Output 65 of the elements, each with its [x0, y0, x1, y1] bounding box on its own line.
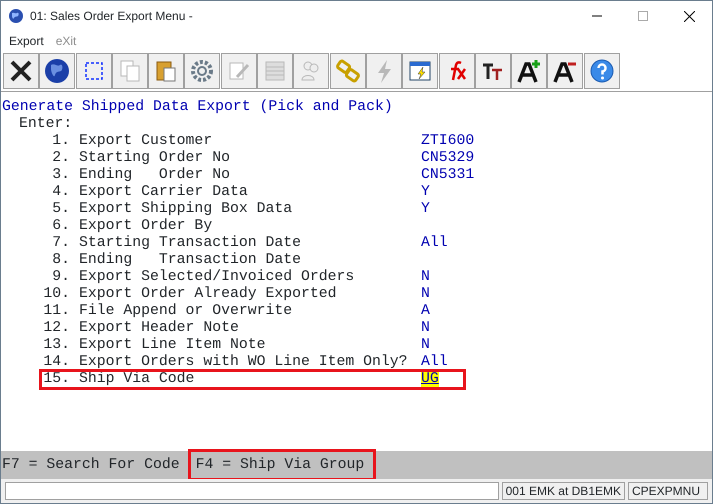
prompt-text: Enter:: [18, 116, 74, 133]
field-number: 2.: [51, 150, 71, 167]
field-value: All: [421, 235, 449, 252]
field-label: Starting Order No: [79, 150, 231, 167]
field-number: 9.: [51, 269, 71, 286]
field-label: File Append or Overwrite: [79, 303, 294, 320]
field-number: 15.: [42, 371, 71, 388]
field-label: Export Customer: [79, 133, 214, 150]
maximize-icon: [638, 11, 648, 21]
field-label: Export Shipping Box Data: [79, 201, 294, 218]
field-value: N: [421, 337, 431, 354]
field-number: 14.: [42, 354, 71, 371]
globe-icon: [43, 57, 72, 85]
field-label: Export Header Note: [79, 320, 240, 337]
field-value: Y: [421, 201, 431, 218]
field-label: Starting Transaction Date: [79, 235, 302, 252]
close-icon: [684, 10, 694, 22]
field-number: 10.: [42, 286, 71, 303]
help-icon: [588, 57, 616, 85]
field-number: 5.: [51, 201, 71, 218]
field-number: 7.: [51, 235, 71, 252]
field-label: Export Order By: [79, 218, 214, 235]
field-number: 8.: [51, 252, 71, 269]
field-value: ZTI600: [421, 133, 474, 150]
toolbar-button[interactable]: [76, 53, 112, 89]
field-number: 6.: [51, 218, 71, 235]
field-value: A: [421, 303, 431, 320]
field-value: Y: [421, 184, 431, 201]
function-key-hint: F7 = Search For Code: [1, 456, 181, 475]
field-value: CN5329: [421, 150, 474, 167]
input-field[interactable]: UG: [421, 371, 439, 388]
field-value: All: [421, 354, 449, 371]
toolbar-button[interactable]: [584, 53, 620, 89]
field-value: N: [421, 320, 431, 337]
toolbar-button[interactable]: [402, 53, 438, 89]
field-number: 12.: [42, 320, 71, 337]
toolbar-button[interactable]: [39, 53, 76, 89]
field-value: CN5331: [421, 167, 474, 184]
field-number: 4.: [51, 184, 71, 201]
function-key-hint: F4 = Ship Via Group: [188, 448, 376, 482]
field-label: Ending Order No: [79, 167, 231, 184]
field-value: N: [421, 286, 431, 303]
field-value: N: [421, 269, 431, 286]
field-number: 11.: [42, 303, 71, 320]
field-number: 13.: [42, 337, 71, 354]
field-label: Export Line Item Note: [79, 337, 266, 354]
menu-item[interactable]: Export: [3, 32, 50, 50]
toolbar-button[interactable]: [3, 53, 39, 89]
app-globe-icon: [8, 8, 24, 24]
field-label: Export Selected/Invoiced Orders: [79, 269, 356, 286]
field-number: 1.: [51, 133, 71, 150]
field-label: Export Carrier Data: [79, 184, 249, 201]
chain-link-icon: [334, 57, 362, 85]
toolbar-button[interactable]: [547, 53, 584, 89]
field-label: Ending Transaction Date: [79, 252, 302, 269]
screen-heading: Generate Shipped Data Export (Pick and Pack): [1, 99, 394, 116]
field-label: Ship Via Code: [79, 371, 196, 388]
field-label: Export Order Already Exported: [79, 286, 338, 303]
session-info: 001 EMK at DB1EMK: [502, 482, 625, 500]
window-title: 01: Sales Order Export Menu -: [30, 8, 193, 25]
field-number: 3.: [51, 167, 71, 184]
field-label: Export Orders with WO Line Item Only?: [79, 354, 409, 371]
toolbar-button[interactable]: [511, 53, 548, 89]
toolbar-button[interactable]: [474, 53, 511, 89]
program-name: CPEXPMNU: [628, 482, 708, 500]
